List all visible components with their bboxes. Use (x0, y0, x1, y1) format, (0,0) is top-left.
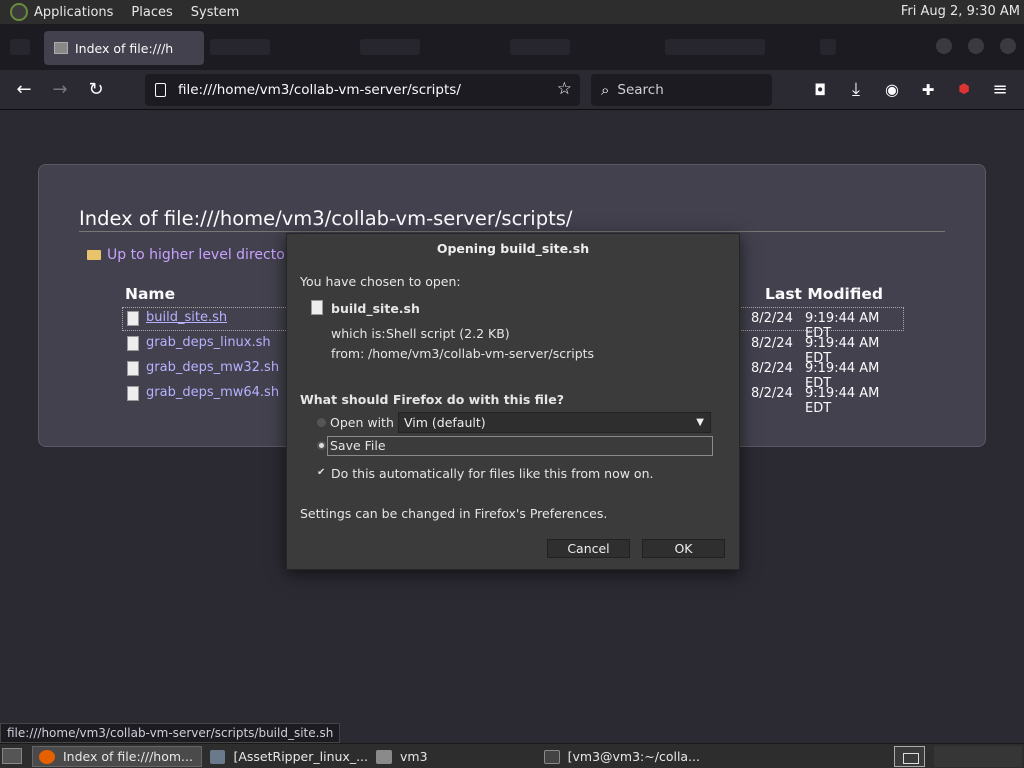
window-icon (210, 749, 226, 764)
which-is-label: which is: (331, 326, 386, 341)
from-label: from: (331, 346, 365, 361)
terminal-icon (544, 749, 560, 764)
auto-checkbox[interactable]: ✔ (317, 468, 327, 478)
file-icon (127, 361, 139, 376)
save-file-label[interactable]: Save File (330, 438, 386, 453)
search-icon: ⌕ (601, 81, 610, 99)
open-with-select[interactable]: Vim (default) ▼ (398, 412, 711, 433)
reload-icon[interactable]: ↻ (84, 78, 108, 102)
ublock-icon[interactable]: ⬢ (952, 78, 976, 102)
column-header-modified[interactable]: Last Modified (765, 285, 883, 303)
account-icon[interactable]: ◉ (880, 78, 904, 102)
gnome-logo-icon[interactable] (10, 3, 28, 21)
tab-strip: Index of file:///h (0, 25, 1024, 70)
tab-background[interactable] (665, 39, 765, 55)
page-title: Index of file:///home/vm3/collab-vm-serv… (79, 207, 945, 232)
up-directory-link[interactable]: Up to higher level directory (87, 247, 299, 263)
file-icon (127, 336, 139, 351)
file-icon (127, 386, 139, 401)
tab-active[interactable]: Index of file:///h (44, 31, 204, 65)
workspace-switcher[interactable] (934, 746, 1022, 767)
settings-note: Settings can be changed in Firefox's Pre… (300, 506, 608, 521)
dialog-question: What should Firefox do with this file? (300, 392, 564, 407)
ok-button[interactable]: OK (642, 539, 725, 558)
taskbar: Index of file:///hom... [AssetRipper_lin… (0, 743, 1024, 768)
forward-icon[interactable]: → (48, 78, 72, 102)
page-info-icon[interactable] (155, 83, 166, 97)
file-icon (127, 311, 139, 326)
url-text[interactable]: file:///home/vm3/collab-vm-server/script… (178, 82, 461, 98)
save-file-option[interactable]: Save File (327, 436, 713, 456)
pocket-icon[interactable]: ◘ (808, 78, 832, 102)
show-desktop-icon[interactable] (2, 748, 22, 764)
clock[interactable]: Fri Aug 2, 9:30 AM (901, 4, 1020, 19)
open-with-value[interactable]: Vim (default) (404, 415, 486, 430)
dialog-intro: You have chosen to open: (300, 274, 461, 289)
file-link[interactable]: grab_deps_mw64.sh (146, 385, 279, 400)
from-value: /home/vm3/collab-vm-server/scripts (368, 346, 595, 361)
folder-up-icon (87, 250, 101, 260)
top-panel: Applications Places System Fri Aug 2, 9:… (0, 0, 1024, 25)
menu-system[interactable]: System (191, 5, 239, 20)
taskbar-item-firefox[interactable]: Index of file:///hom... (32, 746, 202, 767)
taskbar-item-terminal[interactable]: [vm3@vm3:~/colla... (538, 746, 700, 767)
status-link-preview: file:///home/vm3/collab-vm-server/script… (0, 723, 341, 743)
tab-background[interactable] (360, 39, 420, 55)
tab-favicon-icon (54, 42, 68, 54)
search-bar[interactable]: ⌕ Search (591, 74, 772, 106)
taskbar-item-assetripper[interactable]: [AssetRipper_linux_... (204, 746, 368, 767)
open-with-label[interactable]: Open with (330, 415, 394, 430)
open-file-dialog: Opening build_site.sh You have chosen to… (286, 233, 740, 570)
firefox-icon (39, 749, 55, 764)
tab-background[interactable] (510, 39, 570, 55)
file-date: 8/2/24 (751, 311, 793, 326)
taskbar-label: [AssetRipper_linux_... (233, 749, 368, 764)
menu-places[interactable]: Places (131, 5, 172, 20)
new-tab-icon[interactable] (820, 39, 836, 55)
file-date: 8/2/24 (751, 386, 793, 401)
tab-title: Index of file:///h (75, 40, 174, 56)
workspace-switcher-icon[interactable] (894, 746, 925, 767)
maximize-icon[interactable] (968, 38, 984, 54)
menu-hamburger-icon[interactable]: ≡ (988, 78, 1012, 102)
open-with-radio[interactable] (317, 418, 326, 427)
taskbar-label: vm3 (400, 749, 428, 764)
search-placeholder[interactable]: Search (617, 82, 663, 98)
downloads-icon[interactable]: ⤓ (844, 78, 868, 102)
dialog-filename: build_site.sh (331, 301, 420, 316)
dialog-title: Opening build_site.sh (436, 241, 590, 256)
file-date: 8/2/24 (751, 336, 793, 351)
folder-icon (376, 749, 392, 764)
minimize-icon[interactable] (936, 38, 952, 54)
tab-list-icon[interactable] (10, 39, 30, 55)
taskbar-item-vm3[interactable]: vm3 (370, 746, 536, 767)
file-icon (311, 300, 323, 315)
taskbar-label: Index of file:///hom... (63, 749, 193, 764)
close-icon[interactable] (1000, 38, 1016, 54)
url-bar[interactable]: file:///home/vm3/collab-vm-server/script… (145, 74, 580, 106)
extensions-icon[interactable]: ✚ (916, 78, 940, 102)
nav-bar: ← → ↻ file:///home/vm3/collab-vm-server/… (0, 70, 1024, 110)
tab-background[interactable] (210, 39, 270, 55)
menu-applications[interactable]: Applications (34, 5, 113, 20)
file-time: 9:19:44 AM EDT (805, 386, 880, 416)
bookmark-star-icon[interactable]: ☆ (557, 79, 572, 99)
column-header-name[interactable]: Name (125, 285, 175, 303)
auto-label[interactable]: Do this automatically for files like thi… (331, 466, 653, 481)
chevron-down-icon[interactable]: ▼ (696, 413, 704, 432)
cancel-button[interactable]: Cancel (547, 539, 630, 558)
taskbar-label: [vm3@vm3:~/colla... (567, 749, 700, 764)
which-is-value: Shell script (2.2 KB) (386, 326, 510, 341)
back-icon[interactable]: ← (12, 78, 36, 102)
file-link[interactable]: grab_deps_linux.sh (146, 335, 271, 350)
save-file-radio[interactable] (317, 441, 326, 450)
file-link[interactable]: grab_deps_mw32.sh (146, 360, 279, 375)
file-date: 8/2/24 (751, 361, 793, 376)
file-link[interactable]: build_site.sh (146, 310, 227, 325)
up-directory-label[interactable]: Up to higher level directory (107, 247, 299, 263)
